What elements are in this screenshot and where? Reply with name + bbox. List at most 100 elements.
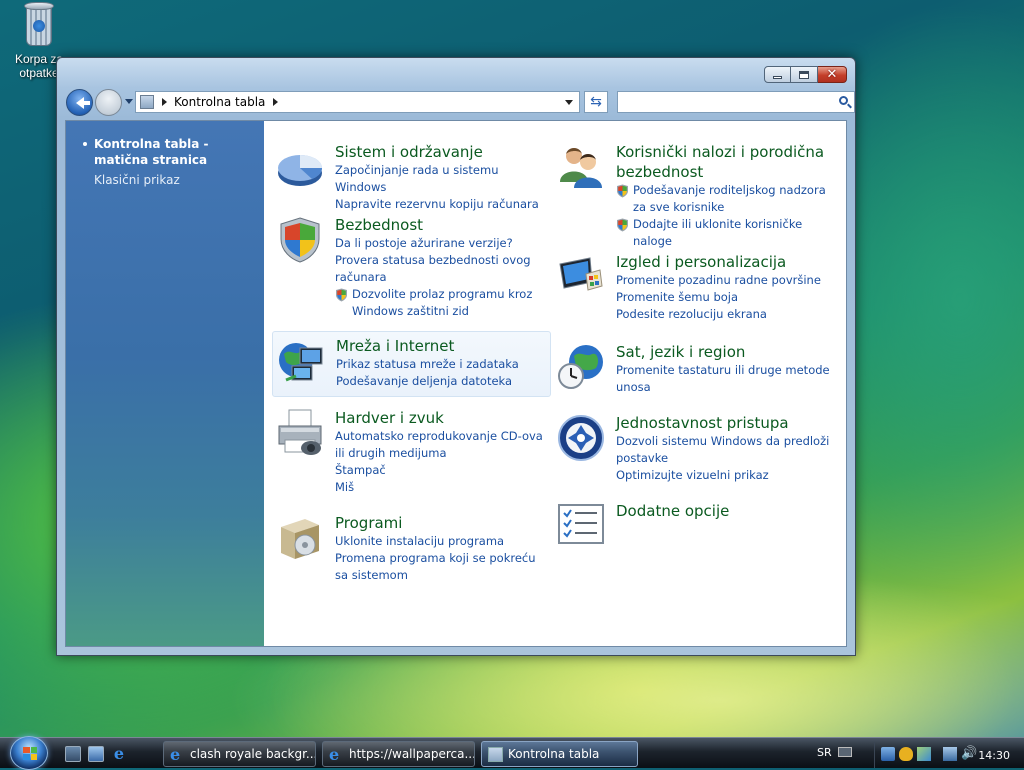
taskbar-button-ie-2[interactable]: e https://wallpaperca...: [322, 741, 475, 767]
ie-quicklaunch-icon[interactable]: e: [111, 746, 127, 762]
notification-area: 🔊 14:30: [874, 742, 1024, 768]
task-link[interactable]: Napravite rezervnu kopiju računara: [335, 196, 545, 213]
task-link-label: Dodajte ili uklonite korisničke naloge: [633, 217, 803, 248]
task-link[interactable]: Optimizujte vizuelni prikaz: [616, 467, 836, 484]
category-additional-options: Dodatne opcije: [556, 501, 836, 551]
task-link[interactable]: Promena programa koji se pokreću sa sist…: [335, 550, 545, 584]
category-clock-language-region: Sat, jezik i region Promenite tastaturu …: [556, 342, 836, 396]
category-view: Sistem i održavanje Započinjanje rada u …: [264, 121, 846, 646]
category-title[interactable]: Korisnički nalozi i porodična bezbednost: [616, 142, 836, 182]
uac-shield-icon: [617, 218, 628, 232]
minimize-button[interactable]: [764, 66, 791, 83]
monitor-brush-icon: [559, 257, 603, 291]
category-title[interactable]: Sat, jezik i region: [616, 342, 836, 362]
maximize-icon: [799, 70, 809, 79]
switch-windows-icon[interactable]: [88, 746, 104, 762]
ie-icon: e: [170, 745, 181, 764]
breadcrumb-arrow-icon[interactable]: [273, 98, 279, 106]
task-link-label: Podešavanje roditeljskog nadzora za sve …: [633, 183, 826, 214]
uac-shield-icon: [336, 288, 347, 302]
refresh-button[interactable]: ⇆: [584, 91, 608, 113]
category-title[interactable]: Mreža i Internet: [336, 336, 519, 356]
breadcrumb-arrow-icon[interactable]: [162, 98, 167, 106]
back-arrow-icon: [75, 96, 90, 109]
close-icon: ✕: [826, 67, 838, 82]
network-tray-icon[interactable]: [881, 747, 895, 761]
task-link-elevated[interactable]: Podešavanje roditeljskog nadzora za sve …: [616, 182, 836, 216]
task-link-elevated[interactable]: Dodajte ili uklonite korisničke naloge: [616, 216, 836, 250]
language-indicator[interactable]: SR: [817, 746, 832, 759]
category-hardware-sound: Hardver i zvuk Automatsko reprodukovanje…: [275, 408, 545, 496]
forward-button[interactable]: [95, 89, 122, 116]
taskbar-button-ie-1[interactable]: e clash royale backgr...: [163, 741, 316, 767]
checklist-icon: [558, 504, 604, 544]
task-link[interactable]: Promenite šemu boja: [616, 289, 821, 306]
category-title[interactable]: Bezbednost: [335, 215, 545, 235]
task-link[interactable]: Štampač: [335, 462, 545, 479]
category-title[interactable]: Dodatne opcije: [616, 501, 729, 521]
security-warning-icon[interactable]: [899, 747, 913, 761]
globe-network-icon: [279, 343, 323, 382]
category-security: Bezbednost Da li postoje ažurirane verzi…: [275, 215, 545, 320]
task-link-label: Dozvolite prolaz programu kroz Windows z…: [352, 287, 533, 318]
volume-icon[interactable]: 🔊: [961, 747, 977, 761]
address-bar[interactable]: Kontrolna tabla: [135, 91, 580, 113]
taskbar-button-control-panel[interactable]: Kontrolna tabla: [481, 741, 638, 767]
close-button[interactable]: ✕: [818, 66, 847, 83]
recycle-bin-icon: [22, 2, 56, 48]
network-connection-icon[interactable]: [943, 747, 957, 761]
task-link[interactable]: Provera statusa bezbednosti ovog računar…: [335, 252, 545, 286]
minimize-icon: [773, 76, 782, 79]
category-system-maintenance: Sistem i održavanje Započinjanje rada u …: [275, 142, 545, 213]
pie-chart-icon: [278, 155, 323, 186]
task-link[interactable]: Dozvoli sistemu Windows da predloži post…: [616, 433, 836, 467]
keyboard-icon[interactable]: [838, 747, 852, 757]
task-link[interactable]: Započinjanje rada u sistemu Windows: [335, 162, 545, 196]
tools-tray-icon[interactable]: [917, 747, 931, 761]
navigation-bar: Kontrolna tabla ⇆: [65, 88, 855, 116]
start-button[interactable]: [10, 736, 48, 770]
ease-of-access-icon: [558, 415, 604, 461]
clock[interactable]: 14:30: [978, 749, 1010, 762]
task-link[interactable]: Prikaz statusa mreže i zadataka: [336, 356, 519, 373]
category-appearance: Izgled i personalizacija Promenite pozad…: [556, 252, 836, 323]
task-link[interactable]: Uklonite instalaciju programa: [335, 533, 545, 550]
task-link-elevated[interactable]: Dozvolite prolaz programu kroz Windows z…: [335, 286, 545, 320]
category-title[interactable]: Programi: [335, 513, 545, 533]
control-panel-icon: [140, 95, 154, 109]
printer-icon: [278, 409, 322, 455]
recent-pages-dropdown[interactable]: [125, 99, 133, 104]
address-dropdown-icon[interactable]: [565, 100, 573, 105]
search-box[interactable]: [617, 91, 855, 113]
task-link[interactable]: Podešavanje deljenja datoteka: [336, 373, 519, 390]
category-title[interactable]: Sistem i održavanje: [335, 142, 545, 162]
left-navigation-pane: Kontrolna tabla - matična stranica Klasi…: [66, 121, 264, 646]
task-link[interactable]: Miš: [335, 479, 545, 496]
search-icon[interactable]: [839, 96, 848, 105]
show-desktop-icon[interactable]: [65, 746, 81, 762]
task-link[interactable]: Automatsko reprodukovanje CD-ova ili dru…: [335, 428, 545, 462]
category-title[interactable]: Jednostavnost pristupa: [616, 413, 836, 433]
back-button[interactable]: [66, 89, 93, 116]
breadcrumb-control-panel[interactable]: Kontrolna tabla: [174, 95, 265, 109]
category-title[interactable]: Hardver i zvuk: [335, 408, 545, 428]
task-link[interactable]: Podesite rezoluciju ekrana: [616, 306, 821, 323]
search-input[interactable]: [621, 92, 831, 112]
taskbar-button-label: Kontrolna tabla: [508, 747, 600, 761]
task-link[interactable]: Promenite pozadinu radne površine: [616, 272, 821, 289]
sidebar-item-control-panel-home[interactable]: Kontrolna tabla - matična stranica: [83, 136, 254, 168]
users-icon: [560, 148, 602, 188]
task-link[interactable]: Da li postoje ažurirane verzije?: [335, 235, 545, 252]
control-panel-window: ✕ Kontrolna tabla ⇆ Kontrolna tabla - ma…: [56, 57, 856, 656]
control-panel-icon: [488, 747, 503, 762]
taskbar-button-label: clash royale backgr...: [190, 747, 316, 761]
task-link[interactable]: Promenite tastaturu ili druge metode uno…: [616, 362, 836, 396]
globe-clock-icon: [558, 345, 603, 389]
category-title[interactable]: Izgled i personalizacija: [616, 252, 821, 272]
sidebar-item-classic-view[interactable]: Klasični prikaz: [84, 172, 254, 188]
maximize-button[interactable]: [791, 66, 818, 83]
category-network-internet[interactable]: Mreža i Internet Prikaz statusa mreže i …: [272, 331, 551, 397]
uac-shield-icon: [617, 184, 628, 198]
windows-logo-icon: [23, 747, 37, 760]
category-user-accounts: Korisnički nalozi i porodična bezbednost…: [556, 142, 836, 250]
